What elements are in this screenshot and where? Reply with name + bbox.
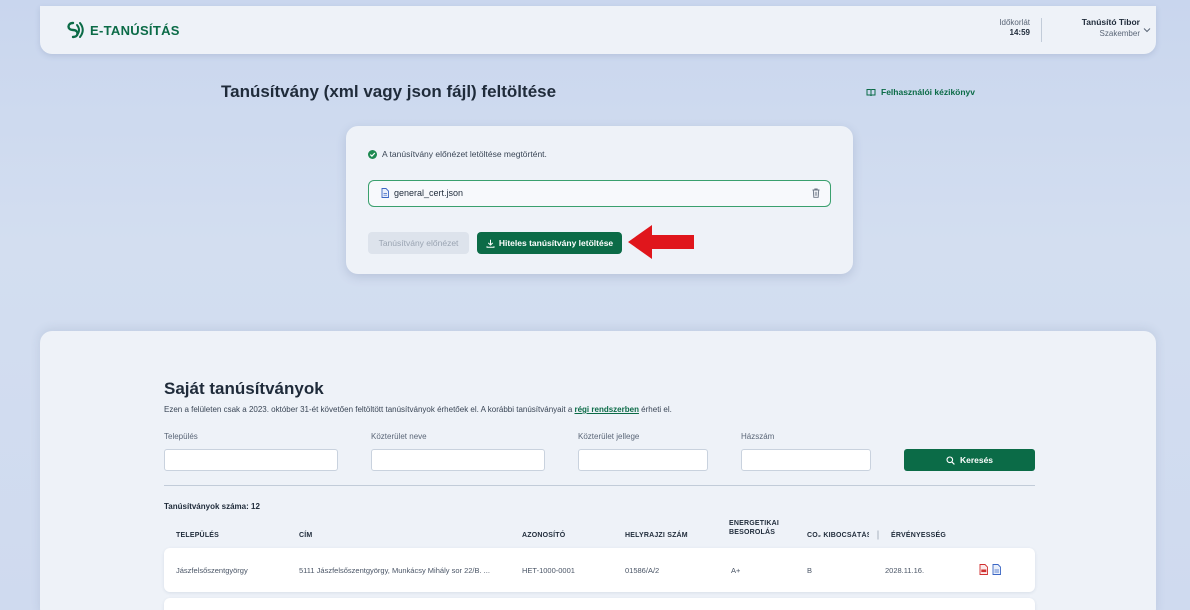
file-name: general_cert.json (394, 188, 464, 198)
document-icon[interactable] (992, 564, 1001, 575)
timer-value: 14:59 (1009, 28, 1030, 37)
settlement-label: Település (164, 432, 198, 441)
settlement-input[interactable] (164, 449, 338, 471)
cell-id: HET-1000-0001 (522, 566, 575, 575)
cell-energy: A+ (731, 566, 741, 575)
street-name-label: Közterület neve (371, 432, 427, 441)
street-type-input[interactable] (578, 449, 708, 471)
divider (1041, 18, 1042, 42)
pdf-icon[interactable] (979, 564, 988, 575)
street-name-input[interactable] (371, 449, 545, 471)
certificate-count: Tanúsítványok száma: 12 (164, 502, 260, 511)
column-header-parcel: HELYRAJZI SZÁM (625, 532, 688, 539)
chevron-down-icon[interactable] (1143, 26, 1151, 34)
old-system-link[interactable]: régi rendszerben (574, 405, 638, 414)
top-bar: E-TANÚSÍTÁS Időkorlát 14:59 Tanúsító Tib… (40, 6, 1156, 54)
file-icon (381, 188, 389, 198)
column-header-validity: ÉRVÉNYESSÉG (891, 532, 946, 539)
upload-card: A tanúsítvány előnézet letöltése megtört… (346, 126, 853, 274)
app-name: E-TANÚSÍTÁS (90, 22, 180, 38)
cell-settlement: Jászfelsőszentgyörgy (176, 566, 248, 575)
user-manual-label: Felhasználói kézikönyv (881, 87, 976, 97)
user-manual-link[interactable]: Felhasználói kézikönyv (866, 87, 975, 97)
user-menu[interactable]: Tanúsító Tibor Szakember (1050, 17, 1140, 39)
street-type-label: Közterület jellege (578, 432, 640, 441)
download-icon (486, 239, 495, 248)
list-description: Ezen a felületen csak a 2023. október 31… (164, 405, 672, 414)
column-header-energy: ENERGETIKAI BESOROLÁS (729, 519, 779, 537)
certificate-preview-button[interactable]: Tanúsítvány előnézet (368, 232, 469, 254)
column-header-settlement: TELEPÜLÉS (176, 532, 220, 539)
file-entry: general_cert.json (381, 188, 463, 198)
app-logo[interactable]: E-TANÚSÍTÁS (64, 19, 180, 41)
sort-icon[interactable] (876, 530, 880, 540)
page-title: Tanúsítvány (xml vagy json fájl) feltölt… (221, 82, 557, 101)
user-role: Szakember (1099, 29, 1140, 38)
energy-header-line1: ENERGETIKAI (729, 520, 780, 527)
session-timer: Időkorlát 14:59 (984, 18, 1030, 38)
success-text: A tanúsítvány előnézet letöltése megtört… (382, 149, 547, 159)
description-text: Ezen a felületen csak a 2023. október 31… (164, 405, 575, 414)
cell-address: 5111 Jászfelsőszentgyörgy, Munkácsy Mihá… (299, 566, 490, 575)
list-title: Saját tanúsítványok (164, 379, 324, 398)
uploaded-file: general_cert.json (368, 180, 831, 207)
column-header-address: CÍM (299, 532, 313, 539)
download-button-label: Hiteles tanúsítvány letöltése (498, 238, 614, 248)
search-icon (946, 455, 955, 465)
success-message: A tanúsítvány előnézet letöltése megtört… (368, 149, 547, 159)
cell-co2: B (807, 566, 813, 575)
book-icon (866, 88, 876, 96)
timer-label: Időkorlát (999, 18, 1030, 27)
house-number-input[interactable] (741, 449, 871, 471)
search-button[interactable]: Keresés (904, 449, 1035, 471)
download-certificate-button[interactable]: Hiteles tanúsítvány letöltése (477, 232, 622, 254)
trash-icon[interactable] (812, 188, 820, 198)
check-circle-icon (368, 149, 377, 159)
energy-header-line2: BESOROLÁS (729, 529, 776, 536)
logo-icon (67, 21, 84, 39)
search-button-label: Keresés (959, 455, 994, 465)
cell-parcel: 01586/A/2 (625, 566, 660, 575)
cell-validity: 2028.11.16. (885, 566, 925, 575)
table-row[interactable] (164, 598, 1035, 610)
divider (164, 485, 1035, 486)
row-actions (979, 564, 1001, 575)
description-suffix: érheti el. (638, 405, 672, 414)
column-header-co2: CO₂ KIBOCSÁTÁS (807, 532, 869, 539)
house-number-label: Házszám (741, 432, 775, 441)
user-name: Tanúsító Tibor (1081, 17, 1140, 27)
column-header-id: AZONOSÍTÓ (522, 532, 566, 539)
red-arrow-icon (628, 225, 694, 259)
table-row[interactable]: Jászfelsőszentgyörgy 5111 Jászfelsőszent… (164, 548, 1035, 592)
